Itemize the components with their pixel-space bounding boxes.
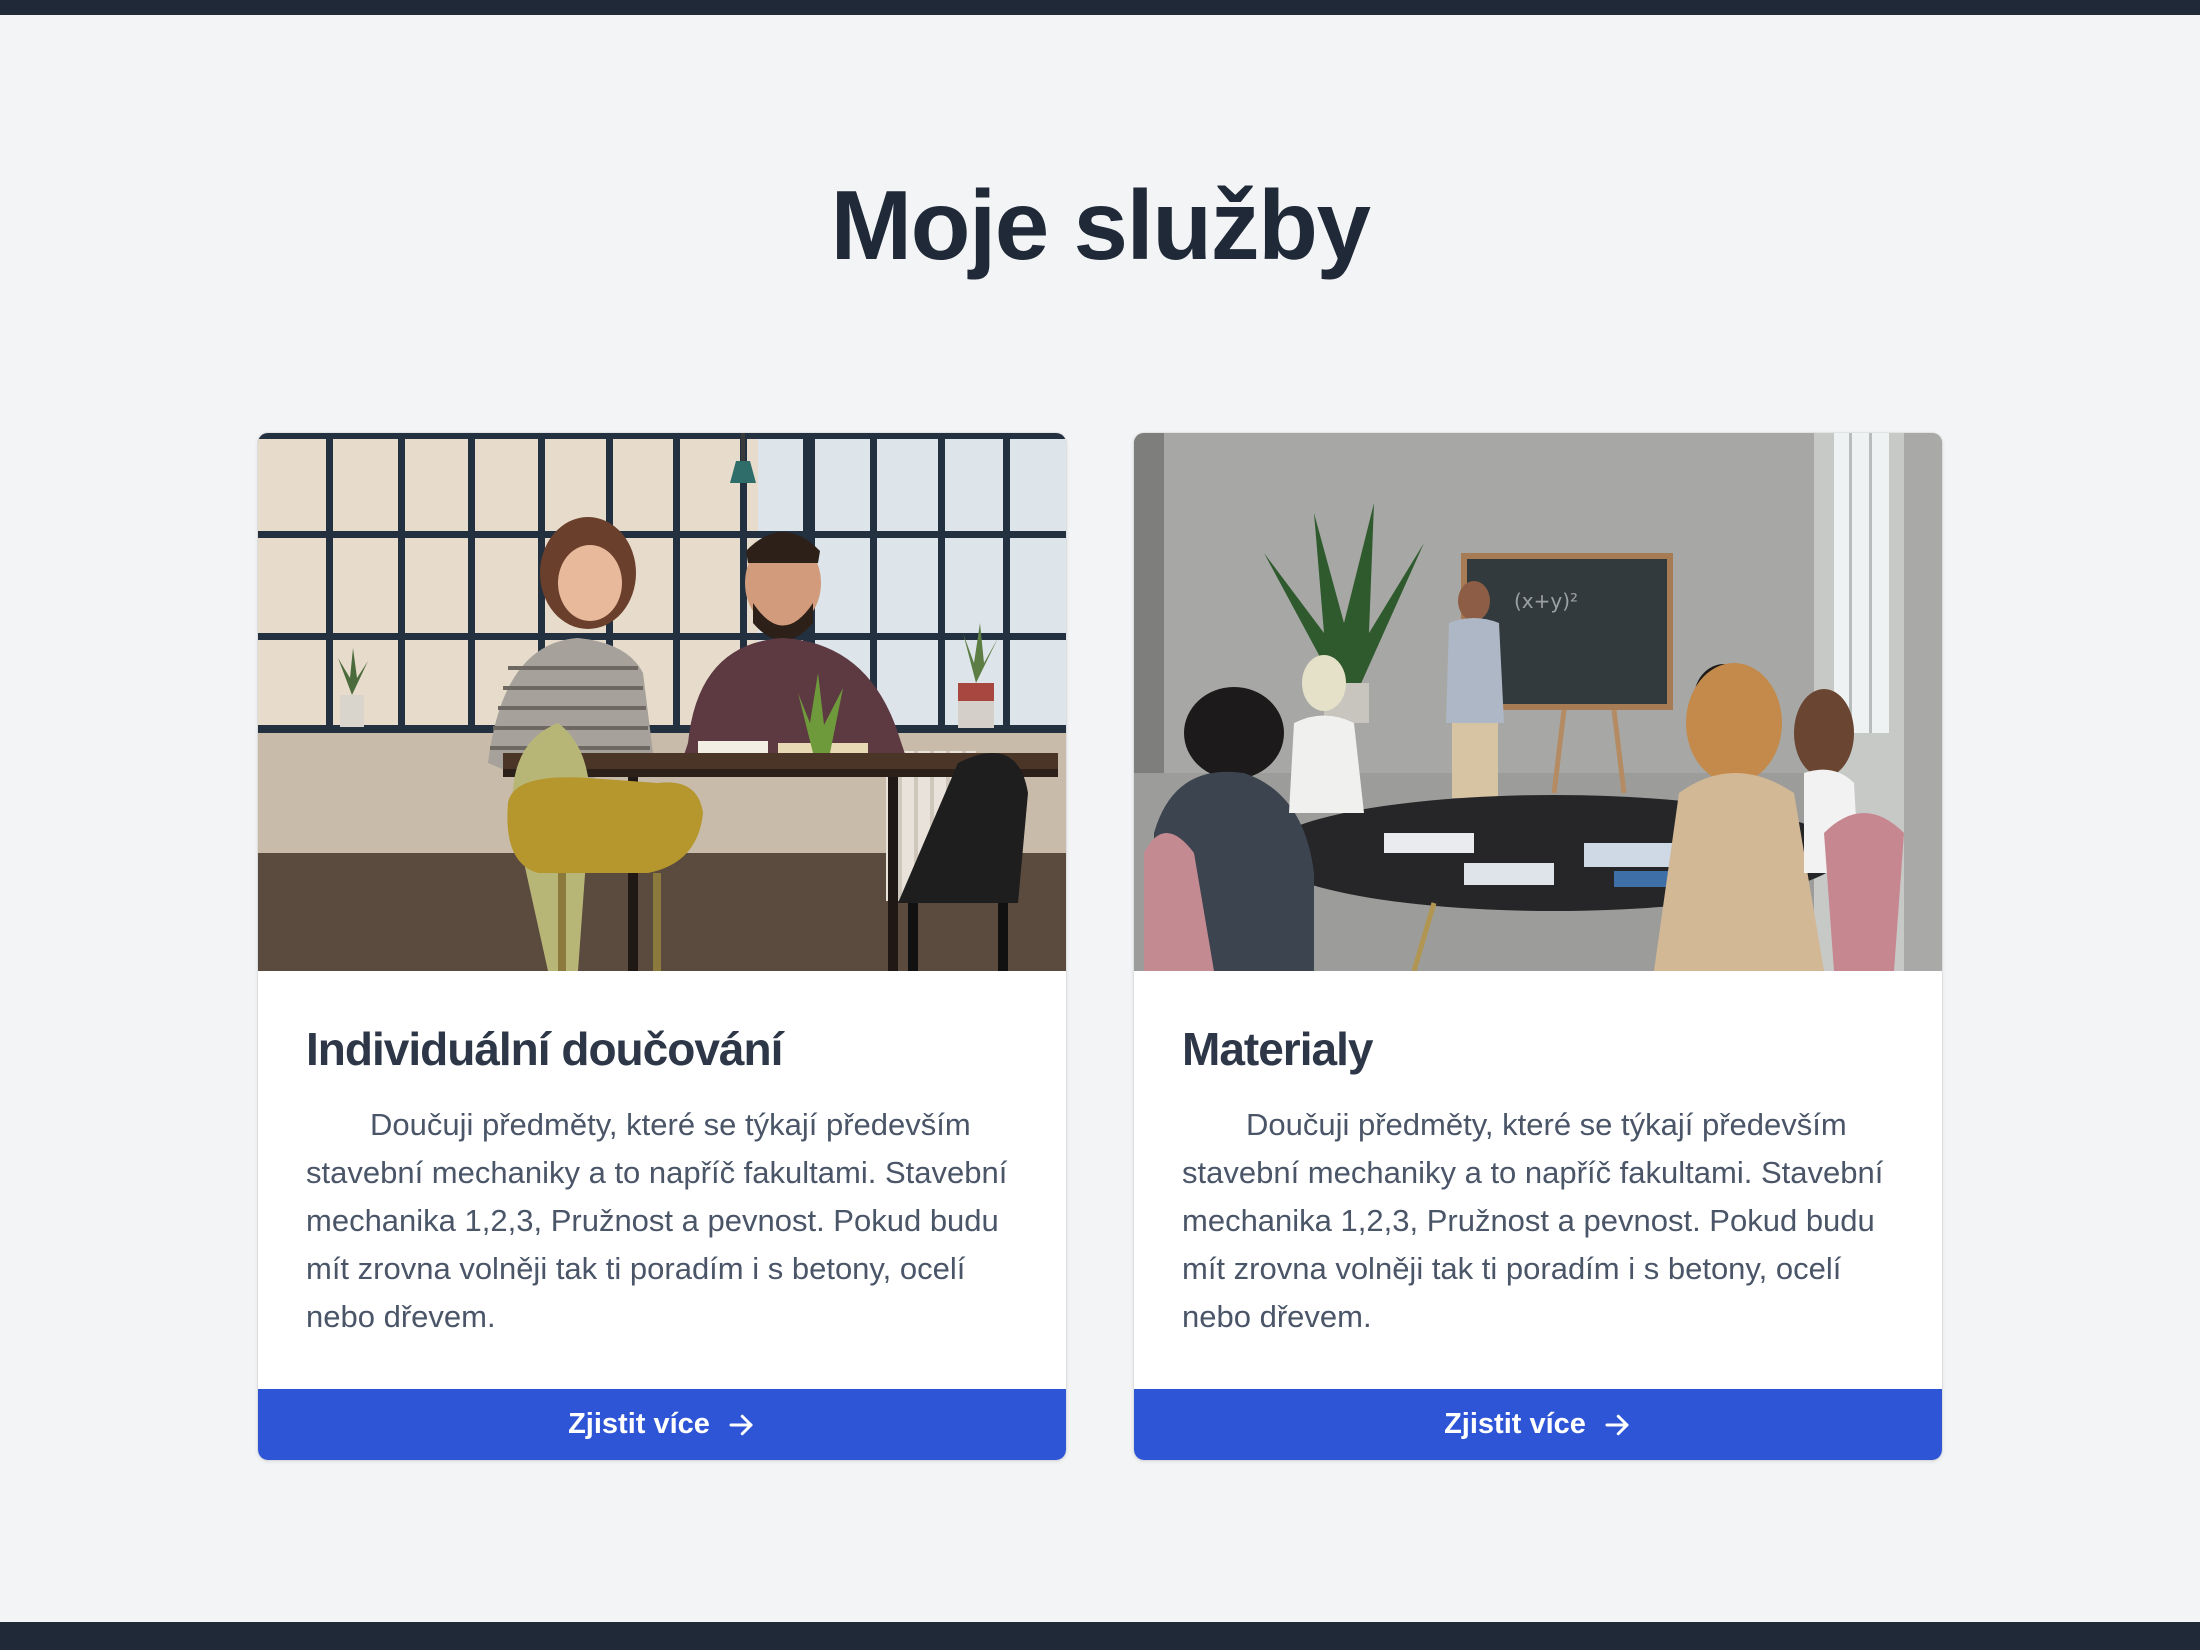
classroom-photo: (x+y)² <box>1134 433 1942 971</box>
top-bar <box>0 0 2200 15</box>
button-label: Zjistit více <box>568 1408 710 1440</box>
section-title: Moje služby <box>830 170 1371 280</box>
card-title: Individuální doučování <box>306 1023 783 1075</box>
card-description: Doučuji předměty, které se týkají předev… <box>306 1107 1008 1334</box>
learn-more-button[interactable]: Zjistit více <box>258 1389 1066 1460</box>
card-title: Materialy <box>1182 1023 1373 1075</box>
learn-more-button[interactable]: Zjistit více <box>1134 1389 1942 1460</box>
button-label: Zjistit více <box>1444 1408 1586 1440</box>
svg-text:(x+y)²: (x+y)² <box>1514 589 1578 613</box>
footer-bar <box>0 1622 2200 1650</box>
service-card-tutoring: Individuální doučování Doučuji předměty,… <box>258 433 1066 1460</box>
arrow-right-icon <box>729 1414 753 1435</box>
tutoring-photo <box>258 433 1066 971</box>
card-description: Doučuji předměty, které se týkají předev… <box>1182 1107 1884 1334</box>
arrow-right-icon <box>1605 1414 1629 1435</box>
service-card-materials: (x+y)² Materialy Doučuji předměty, které… <box>1134 433 1942 1460</box>
